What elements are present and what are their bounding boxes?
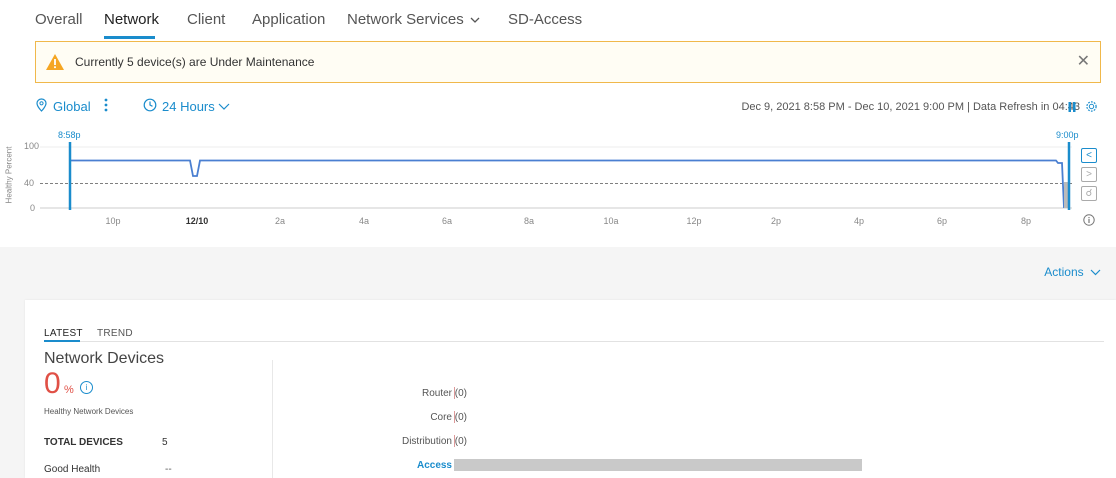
location-pin-icon — [36, 98, 47, 112]
actions-menu[interactable]: Actions — [1044, 265, 1101, 279]
info-icon[interactable] — [1083, 214, 1095, 226]
time-range-selector[interactable]: 24 Hours — [162, 99, 215, 114]
x-tick: 8p — [1020, 216, 1032, 226]
healthy-percent-value: 0 — [44, 367, 61, 400]
total-devices-label: TOTAL DEVICES — [44, 437, 123, 448]
alert-message: Currently 5 device(s) are Under Maintena… — [75, 55, 315, 69]
tab-client[interactable]: Client — [187, 11, 225, 28]
device-role-row: Core (0) — [275, 411, 1115, 425]
device-role-row: Router (0) — [275, 387, 1115, 401]
device-role-row: Access (2) — [275, 459, 1115, 473]
previous-range-button[interactable]: < — [1081, 148, 1097, 163]
chevron-down-icon — [470, 17, 480, 23]
x-tick: 10a — [603, 216, 619, 226]
good-health-label: Good Health — [44, 464, 101, 475]
tab-network-services-label: Network Services — [347, 11, 464, 28]
tab-network[interactable]: Network — [104, 11, 159, 28]
device-role-row: Distribution (0) — [275, 435, 1115, 449]
subtab-latest[interactable]: LATEST — [44, 328, 83, 339]
subtab-divider — [44, 341, 1104, 342]
role-label-router[interactable]: Router (0) — [422, 388, 467, 399]
gear-icon[interactable] — [1085, 100, 1098, 113]
chevron-down-icon — [1090, 269, 1101, 276]
x-tick: 12/10 — [185, 216, 209, 226]
x-tick: 10p — [105, 216, 121, 226]
health-summary-section: Actions LATEST TREND Network Devices 0 %… — [0, 247, 1116, 478]
next-range-button[interactable]: > — [1081, 167, 1097, 182]
close-icon[interactable]: ✕ — [1077, 51, 1090, 71]
category-tabs: Overall Network Client Application Netwo… — [0, 0, 1116, 40]
pause-icon[interactable] — [1068, 102, 1076, 112]
actions-label: Actions — [1044, 265, 1084, 279]
card-title: Network Devices — [44, 350, 165, 367]
location-selector[interactable]: Global — [53, 99, 91, 114]
x-tick: 2p — [770, 216, 782, 226]
info-icon[interactable]: i — [80, 381, 93, 394]
filter-bar: Global 24 Hours Dec 9, 2021 8:58 PM - De… — [0, 96, 1116, 118]
active-subtab-indicator — [44, 340, 80, 342]
role-bar-router — [454, 387, 455, 399]
x-tick: 8a — [523, 216, 535, 226]
tail-bar — [1064, 182, 1068, 208]
role-bar-distribution — [454, 435, 455, 447]
tab-sd-access[interactable]: SD-Access — [508, 11, 582, 28]
tab-overall[interactable]: Overall — [35, 11, 83, 28]
zoom-button[interactable]: ☌ — [1081, 186, 1097, 201]
role-bar-access — [454, 459, 862, 471]
maintenance-alert: Currently 5 device(s) are Under Maintena… — [35, 41, 1101, 83]
x-tick: 4a — [358, 216, 370, 226]
health-timeline: Healthy Percent 100 40 0 8:58p 9:00p 10p… — [0, 128, 1116, 236]
role-label-core[interactable]: Core (0) — [430, 412, 467, 423]
subtab-trend[interactable]: TREND — [97, 328, 133, 339]
total-devices-value: 5 — [162, 437, 168, 448]
more-options-icon[interactable] — [104, 98, 108, 112]
x-tick: 4p — [853, 216, 865, 226]
x-tick: 6p — [936, 216, 948, 226]
warning-icon — [46, 54, 64, 70]
x-tick: 6a — [441, 216, 453, 226]
active-tab-indicator — [104, 36, 155, 39]
tab-network-services[interactable]: Network Services — [347, 11, 480, 28]
x-tick: 2a — [274, 216, 286, 226]
health-line — [70, 159, 1065, 209]
x-tick: 12p — [686, 216, 702, 226]
role-label-distribution[interactable]: Distribution (0) — [402, 436, 467, 447]
tab-application[interactable]: Application — [252, 11, 325, 28]
health-chart — [40, 142, 1072, 210]
card-vertical-divider — [272, 360, 273, 478]
chevron-down-icon[interactable] — [218, 103, 230, 110]
clock-icon — [143, 98, 157, 112]
healthy-devices-label: Healthy Network Devices — [44, 407, 134, 416]
percent-symbol: % — [64, 384, 74, 396]
date-range-text: Dec 9, 2021 8:58 PM - Dec 10, 2021 9:00 … — [741, 101, 1080, 113]
role-bar-core — [454, 411, 455, 423]
good-health-value: -- — [165, 464, 172, 475]
network-devices-card: LATEST TREND Network Devices 0 % i Healt… — [25, 300, 1116, 478]
